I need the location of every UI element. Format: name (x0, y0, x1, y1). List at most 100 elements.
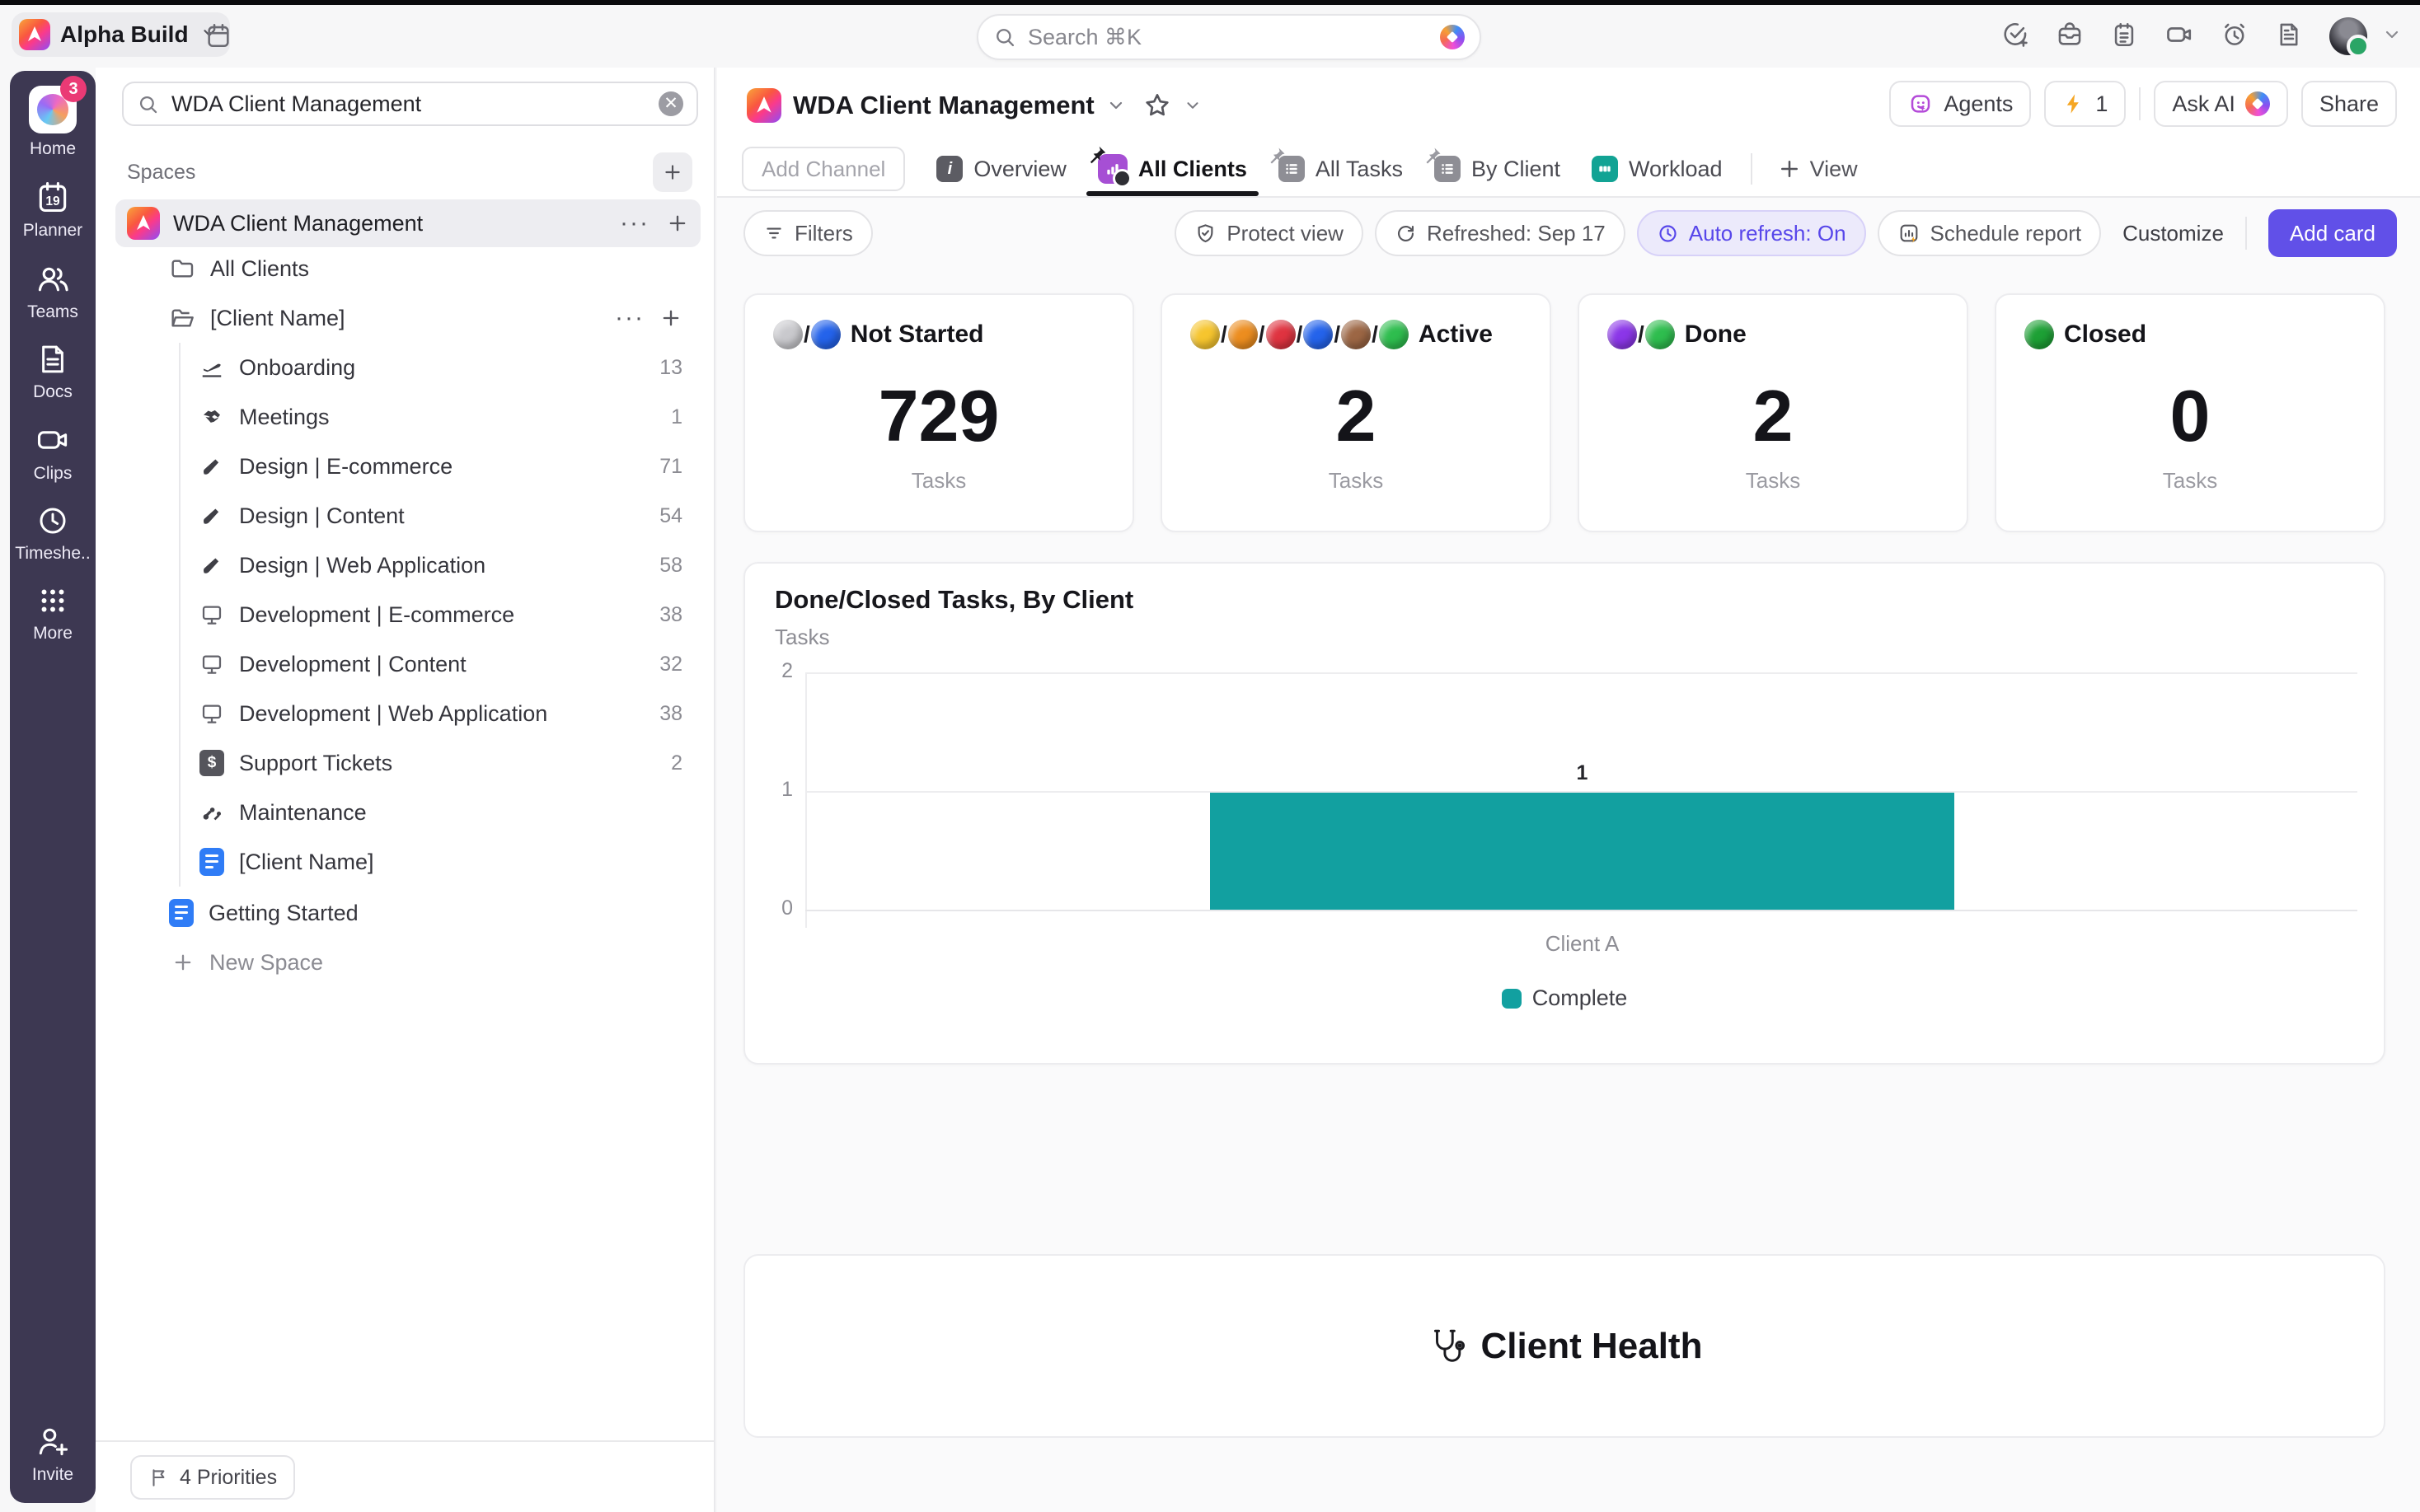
notepad-icon[interactable] (2110, 21, 2138, 53)
monitor-icon (199, 701, 224, 726)
add-task-icon[interactable] (2001, 21, 2029, 53)
card-value: 2 (1579, 374, 1967, 458)
priorities-button[interactable]: 4 Priorities (130, 1455, 295, 1500)
paintbrush-icon (199, 454, 224, 479)
sidebar-item-onboarding[interactable]: Onboarding 13 (96, 343, 714, 392)
ask-ai-button[interactable]: Ask AI (2154, 81, 2288, 127)
sidebar-item-client-name-doc[interactable]: [Client Name] (96, 837, 714, 887)
list-ellipsis-icon[interactable]: ··· (615, 310, 645, 326)
rail-item-planner[interactable]: 19 Planner (23, 179, 82, 241)
clock-icon (1657, 222, 1679, 245)
card-unit: Tasks (1996, 468, 2384, 494)
protect-view-button[interactable]: Protect view (1175, 210, 1363, 256)
inbox-icon[interactable] (2056, 21, 2084, 53)
status-dot-red (1266, 320, 1296, 349)
rail-item-teams[interactable]: Teams (27, 260, 78, 322)
reminder-icon[interactable] (2221, 21, 2249, 53)
handshake-icon (199, 405, 224, 429)
tab-all-clients[interactable]: All Clients (1098, 154, 1247, 184)
sidebar-item-getting-started[interactable]: Getting Started (96, 888, 714, 938)
space-item-wda-client-management[interactable]: WDA Client Management ··· (115, 199, 701, 247)
tab-overview[interactable]: i Overview (936, 156, 1067, 182)
bar-client-a[interactable] (1210, 793, 1954, 910)
user-avatar[interactable] (2329, 17, 2367, 55)
refresh-icon (1395, 222, 1417, 245)
card-done[interactable]: / Done 2 Tasks (1578, 293, 1968, 532)
schedule-report-button[interactable]: Schedule report (1878, 210, 2102, 256)
agents-button[interactable]: Agents (1889, 81, 2031, 127)
add-card-button[interactable]: Add card (2268, 209, 2397, 257)
card-not-started[interactable]: / Not Started 729 Tasks (743, 293, 1134, 532)
add-channel-button[interactable]: Add Channel (742, 147, 905, 191)
card-closed[interactable]: Closed 0 Tasks (1995, 293, 2385, 532)
sidebar-item-client-name-folder[interactable]: [Client Name] ··· (96, 293, 714, 343)
done-closed-chart-card[interactable]: Done/Closed Tasks, By Client Tasks 2 1 0… (743, 562, 2385, 1065)
rail-item-timesheets[interactable]: Timeshe.. (15, 503, 90, 564)
workspace-name: Alpha Build (60, 21, 189, 48)
clear-search-icon[interactable]: ✕ (659, 91, 683, 116)
filters-button[interactable]: Filters (743, 210, 873, 256)
space-ellipsis-icon[interactable]: ··· (620, 215, 650, 232)
add-view-button[interactable]: View (1777, 157, 1858, 182)
ai-icon (2245, 91, 2270, 116)
sidebar-item-all-clients[interactable]: All Clients (96, 244, 714, 293)
tab-by-client[interactable]: By Client (1434, 156, 1560, 182)
account-chevron-down-icon[interactable] (2382, 25, 2402, 49)
sidebar-item-design-webapp[interactable]: Design | Web Application 58 (96, 541, 714, 590)
legend-swatch (1502, 989, 1522, 1009)
card-unit: Tasks (745, 468, 1133, 494)
sidebar-item-support-tickets[interactable]: $ Support Tickets 2 (96, 738, 714, 788)
sidebar-item-design-ecommerce[interactable]: Design | E-commerce 71 (96, 442, 714, 491)
rail-item-home[interactable]: 3 Home (29, 86, 77, 159)
customize-button[interactable]: Customize (2113, 221, 2234, 246)
add-space-button[interactable] (653, 152, 692, 192)
main-area: WDA Client Management Agents 1 (717, 68, 2420, 1512)
notes-icon[interactable] (2275, 21, 2303, 53)
sidebar-item-meetings[interactable]: Meetings 1 (96, 392, 714, 442)
list-add-icon[interactable] (659, 307, 682, 330)
share-button[interactable]: Share (2301, 81, 2397, 127)
sidebar-item-maintenance[interactable]: Maintenance (96, 788, 714, 837)
refreshed-button[interactable]: Refreshed: Sep 17 (1375, 210, 1625, 256)
global-search[interactable]: Search ⌘K (977, 14, 1481, 60)
rail-item-more[interactable]: More (33, 583, 73, 644)
new-space-button[interactable]: New Space (96, 938, 714, 987)
card-value: 0 (1996, 374, 2384, 458)
folder-open-icon (169, 305, 195, 331)
tab-all-tasks[interactable]: All Tasks (1278, 156, 1403, 182)
invite-person-plus-icon (35, 1423, 71, 1459)
client-health-title: Client Health (1481, 1326, 1703, 1367)
client-health-card[interactable]: Client Health (743, 1254, 2385, 1438)
rail-item-clips[interactable]: Clips (34, 422, 73, 484)
calendar-icon[interactable] (204, 21, 232, 54)
home-icon: 3 (29, 86, 77, 133)
paintbrush-icon (199, 503, 224, 528)
rail-item-docs[interactable]: Docs (33, 342, 73, 402)
auto-refresh-toggle[interactable]: Auto refresh: On (1637, 210, 1866, 256)
wrench-icon (199, 800, 224, 825)
status-dot-brown (1341, 320, 1371, 349)
rail-item-invite[interactable]: Invite (32, 1423, 73, 1485)
favorite-star-icon[interactable] (1142, 91, 1172, 120)
ai-icon[interactable] (1440, 25, 1465, 49)
sidebar-item-design-content[interactable]: Design | Content 54 (96, 491, 714, 541)
sidebar-item-dev-content[interactable]: Development | Content 32 (96, 639, 714, 689)
title-chevron-down-icon[interactable] (1106, 96, 1126, 115)
topbar-actions (2001, 12, 2402, 61)
workspace-switcher[interactable]: Alpha Build (12, 12, 230, 57)
sidebar-search-value: WDA Client Management (171, 91, 646, 117)
page-title[interactable]: WDA Client Management (793, 91, 1095, 120)
boost-button[interactable]: 1 (2044, 81, 2126, 127)
sidebar-item-dev-webapp[interactable]: Development | Web Application 38 (96, 689, 714, 738)
plus-icon (171, 951, 195, 974)
spaces-header: Spaces (127, 152, 692, 193)
space-add-icon[interactable] (666, 212, 689, 235)
sidebar-item-dev-ecommerce[interactable]: Development | E-commerce 38 (96, 590, 714, 639)
card-active[interactable]: ///// Active 2 Tasks (1161, 293, 1551, 532)
workspace-logo-icon (19, 19, 50, 50)
favorite-chevron-down-icon[interactable] (1184, 96, 1202, 115)
tab-workload[interactable]: Workload (1592, 156, 1723, 182)
dashboard-toolbar: Filters Protect view Refreshed: Sep 17 A… (743, 206, 2397, 260)
clip-record-icon[interactable] (2164, 20, 2194, 54)
sidebar-search-input[interactable]: WDA Client Management ✕ (122, 82, 698, 126)
